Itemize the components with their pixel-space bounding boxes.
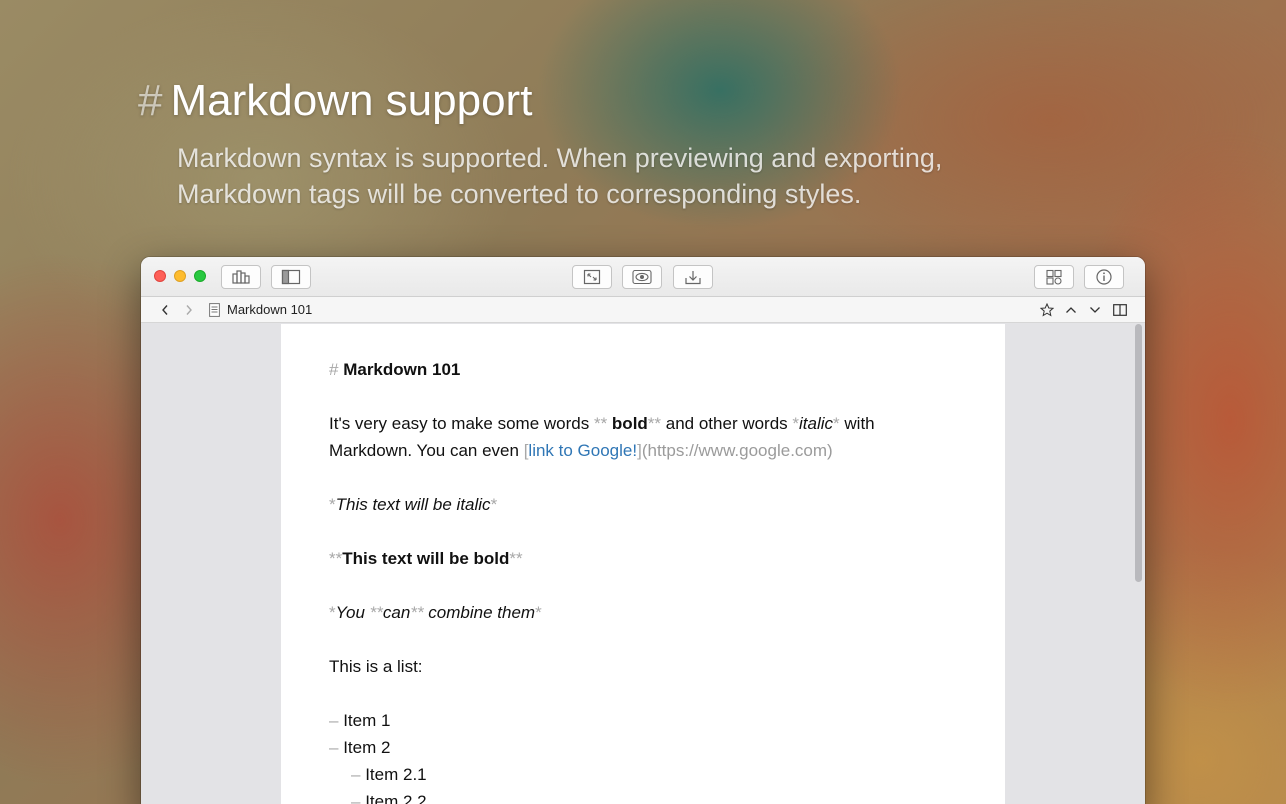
vertical-scrollbar[interactable] <box>1133 324 1145 804</box>
minimize-window-button[interactable] <box>174 270 186 282</box>
list-item-text: Item 2.1 <box>365 765 427 784</box>
grid-view-button[interactable] <box>1034 265 1074 289</box>
list-item: – Item 2.2 <box>329 788 949 804</box>
italic-text: combine them <box>423 603 536 622</box>
chevron-right-icon <box>186 305 192 315</box>
link-url: (https://www.google.com) <box>641 441 833 460</box>
sidebar-icon <box>281 269 301 285</box>
document-title: Markdown 101 <box>227 302 313 317</box>
preview-button[interactable] <box>622 265 662 289</box>
italic-text: You <box>335 603 370 622</box>
export-download-icon <box>685 271 701 285</box>
info-button[interactable] <box>1084 265 1124 289</box>
list-item: – Item 2 <box>329 734 949 761</box>
combined-line: *You **can** combine them* <box>329 599 949 626</box>
google-link[interactable]: link to Google! <box>528 441 637 460</box>
navigation-bar: Markdown 101 <box>141 297 1145 323</box>
hero-subtitle-line-1: Markdown syntax is supported. When previ… <box>177 143 943 173</box>
italic-line: *This text will be italic* <box>329 491 949 518</box>
fullscreen-icon <box>583 269 601 285</box>
markup-token: ** <box>369 603 383 622</box>
bold-text: bold <box>611 414 648 433</box>
text-run: and other words <box>661 414 793 433</box>
info-icon <box>1096 269 1112 285</box>
list-item: – Item 2.1 <box>329 761 949 788</box>
heading-text: Markdown 101 <box>343 360 461 379</box>
zoom-window-button[interactable] <box>194 270 206 282</box>
back-button[interactable] <box>159 302 171 318</box>
text-run: Markdown. You can even <box>329 441 524 460</box>
markup-token: ** <box>593 414 612 433</box>
list-intro: This is a list: <box>329 657 423 676</box>
fullscreen-button[interactable] <box>572 265 612 289</box>
favorite-button[interactable] <box>1039 302 1055 318</box>
italic-text: italic <box>799 414 834 433</box>
list-item-text: Item 2.2 <box>365 792 427 804</box>
hero-subtitle-line-2: Markdown tags will be converted to corre… <box>177 179 862 209</box>
text-run: It's very easy to make some words <box>329 414 594 433</box>
document-icon <box>207 302 221 318</box>
next-document-button[interactable] <box>1087 302 1103 318</box>
markup-token: * <box>535 603 542 622</box>
hero-hash: # <box>138 76 163 125</box>
preview-eye-icon <box>632 269 652 285</box>
bold-text: This text will be bold <box>342 549 510 568</box>
previous-document-button[interactable] <box>1063 302 1079 318</box>
list-item: – Item 1 <box>329 707 949 734</box>
chevron-down-icon <box>1090 307 1100 313</box>
markup-token: * <box>329 495 336 514</box>
markup-token: * <box>833 414 840 433</box>
library-icon <box>232 270 250 284</box>
markup-token: ** <box>329 549 343 568</box>
paragraph-line-1: It's very easy to make some words ** bol… <box>329 410 949 437</box>
forward-button[interactable] <box>183 302 195 318</box>
app-window: Markdown 101 # Markdown 101 It's very ea… <box>141 257 1145 804</box>
list-marker: – <box>329 738 339 757</box>
chevron-up-icon <box>1066 307 1076 313</box>
chevron-left-icon <box>162 305 168 315</box>
list-marker: – <box>329 711 339 730</box>
titlebar <box>141 257 1145 297</box>
export-button[interactable] <box>673 265 713 289</box>
markup-token: ** <box>509 549 523 568</box>
markdown-document[interactable]: # Markdown 101 It's very easy to make so… <box>329 356 949 804</box>
bold-italic-text: can <box>382 603 411 622</box>
heading-mark: # <box>329 360 339 379</box>
markup-token: * <box>329 603 336 622</box>
split-view-icon <box>1113 304 1127 316</box>
markup-token: * <box>490 495 498 514</box>
hero-subtitle: Markdown syntax is supported. When previ… <box>177 140 1037 212</box>
markup-token: ** <box>647 414 662 433</box>
italic-text: This text will be italic <box>335 495 491 514</box>
bold-line: **This text will be bold** <box>329 545 949 572</box>
library-button[interactable] <box>221 265 261 289</box>
markup-token: ** <box>410 603 424 622</box>
star-icon <box>1040 303 1054 317</box>
split-view-button[interactable] <box>1112 302 1128 318</box>
list-marker: – <box>351 792 361 804</box>
editor-page[interactable]: # Markdown 101 It's very easy to make so… <box>281 324 1005 804</box>
scrollbar-thumb[interactable] <box>1135 324 1142 582</box>
hero-title-text: Markdown support <box>170 76 533 125</box>
list-marker: – <box>351 765 361 784</box>
doc-heading: # Markdown 101 <box>329 356 949 383</box>
text-run: with <box>839 414 875 433</box>
list-item-text: Item 1 <box>343 711 391 730</box>
hero-title: # Markdown support <box>138 76 532 126</box>
paragraph-line-2: Markdown. You can even [link to Google!]… <box>329 437 949 464</box>
close-window-button[interactable] <box>154 270 166 282</box>
grid-view-icon <box>1046 269 1062 285</box>
sidebar-toggle-button[interactable] <box>271 265 311 289</box>
list-item-text: Item 2 <box>343 738 391 757</box>
